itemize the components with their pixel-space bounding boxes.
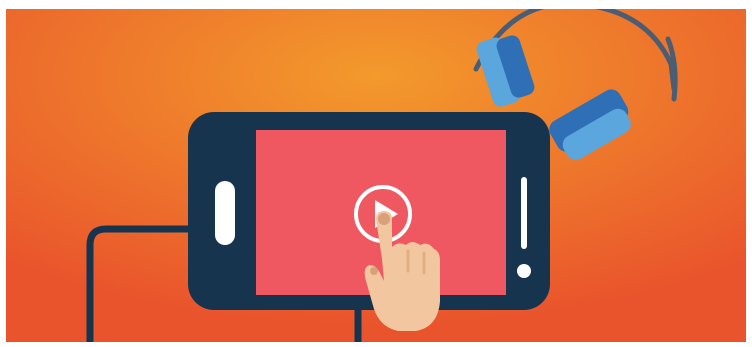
illustration-canvas [6,9,746,342]
phone-side-slot [521,177,527,249]
image-frame [0,0,752,347]
phone-camera-dot [517,264,531,278]
phone-home-button [215,181,235,245]
video-illustration [6,9,746,342]
